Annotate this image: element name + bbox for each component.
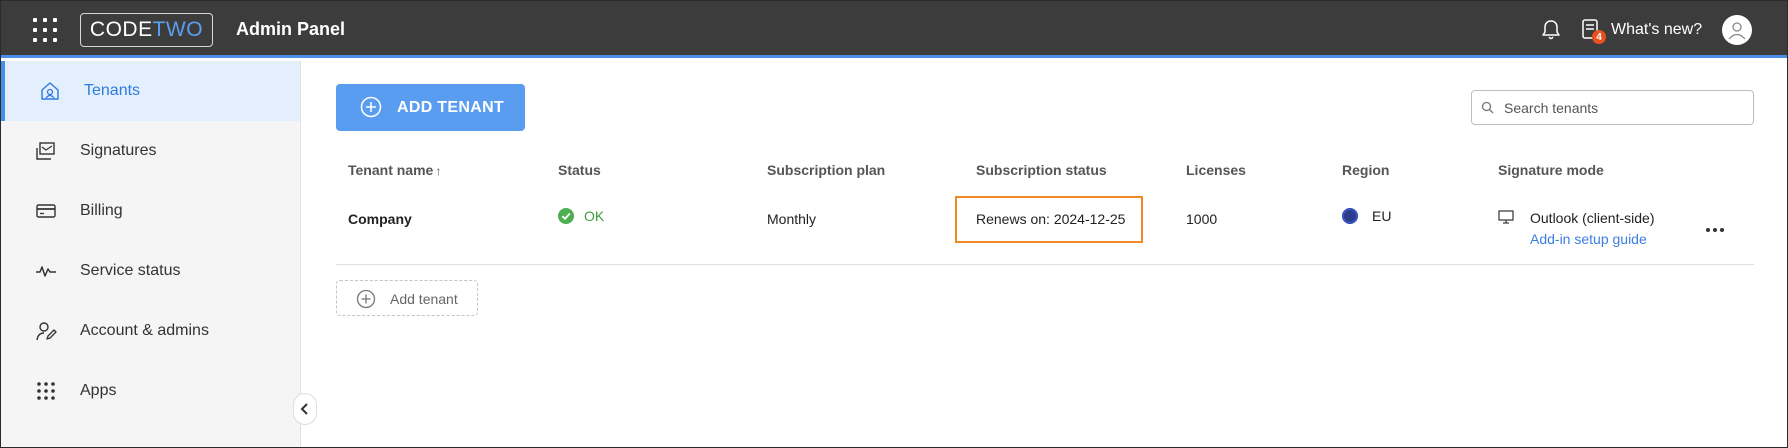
sidebar-item-label: Signatures bbox=[80, 142, 157, 159]
licenses-cell: 1000 bbox=[1186, 211, 1218, 227]
sidebar-item-tenants[interactable]: Tenants bbox=[1, 61, 300, 121]
search-input[interactable] bbox=[1504, 98, 1744, 118]
search-icon bbox=[1481, 101, 1494, 119]
sidebar-item-service-status[interactable]: Service status bbox=[1, 241, 300, 301]
sort-ascending-icon: ↑ bbox=[435, 164, 442, 178]
notifications-bell-icon[interactable] bbox=[1541, 19, 1561, 41]
user-icon bbox=[1728, 22, 1746, 40]
news-icon: 4 bbox=[1581, 18, 1606, 44]
plus-circle-icon bbox=[356, 289, 376, 314]
check-circle-icon bbox=[558, 208, 574, 224]
column-header-tenant-name[interactable]: Tenant name ↑ bbox=[348, 162, 441, 178]
signatures-icon bbox=[34, 139, 58, 163]
sidebar-item-label: Account & admins bbox=[80, 322, 209, 339]
app-launcher-icon[interactable] bbox=[33, 18, 57, 42]
sidebar-item-signatures[interactable]: Signatures bbox=[1, 121, 300, 181]
add-tenant-inline-button[interactable]: Add tenant bbox=[336, 280, 478, 316]
status-ok-label: OK bbox=[584, 208, 605, 224]
sidebar-item-billing[interactable]: Billing bbox=[1, 181, 300, 241]
add-tenant-button[interactable]: ADD TENANT bbox=[336, 84, 525, 131]
whats-new-button[interactable]: 4 What's new? bbox=[1581, 17, 1703, 44]
column-header-region[interactable]: Region bbox=[1342, 162, 1389, 178]
whats-new-label: What's new? bbox=[1611, 21, 1703, 38]
column-header-subscription-status[interactable]: Subscription status bbox=[976, 162, 1107, 178]
add-tenant-inline-label: Add tenant bbox=[390, 291, 458, 307]
tenant-name-cell[interactable]: Company bbox=[348, 211, 412, 227]
column-header-status[interactable]: Status bbox=[558, 162, 601, 178]
pulse-icon bbox=[34, 259, 58, 283]
credit-card-icon bbox=[34, 199, 58, 223]
row-divider bbox=[336, 264, 1754, 265]
subscription-status-cell: Renews on: 2024-12-25 bbox=[976, 211, 1126, 227]
whats-new-badge: 4 bbox=[1592, 30, 1606, 44]
column-header-licenses[interactable]: Licenses bbox=[1186, 162, 1246, 178]
search-tenants[interactable] bbox=[1471, 90, 1754, 125]
top-bar: CODE TWO Admin Panel 4 What's new? bbox=[1, 1, 1787, 58]
sidebar-item-apps[interactable]: Apps bbox=[1, 361, 300, 421]
column-header-subscription-plan[interactable]: Subscription plan bbox=[767, 162, 885, 178]
sidebar-item-label: Billing bbox=[80, 202, 123, 219]
region-label: EU bbox=[1372, 208, 1392, 224]
sidebar-item-label: Service status bbox=[80, 262, 181, 279]
apps-grid-icon bbox=[34, 379, 58, 403]
region-cell: EU bbox=[1342, 208, 1391, 224]
add-in-setup-guide-link[interactable]: Add-in setup guide bbox=[1530, 231, 1647, 247]
add-tenant-button-label: ADD TENANT bbox=[397, 99, 504, 116]
sidebar-collapse-button[interactable] bbox=[293, 393, 317, 425]
user-avatar[interactable] bbox=[1722, 15, 1752, 45]
column-header-signature-mode[interactable]: Signature mode bbox=[1498, 162, 1604, 178]
row-more-options-icon[interactable] bbox=[1706, 228, 1724, 232]
subscription-plan-cell: Monthly bbox=[767, 211, 817, 227]
logo-two-text: TWO bbox=[152, 18, 204, 41]
chevron-left-icon bbox=[300, 403, 308, 415]
monitor-icon bbox=[1498, 209, 1514, 230]
user-edit-icon bbox=[34, 319, 58, 343]
app-window: CODE TWO Admin Panel 4 What's new? Tenan… bbox=[0, 0, 1788, 448]
sidebar-item-label: Tenants bbox=[84, 82, 141, 99]
status-cell: OK bbox=[558, 208, 604, 224]
column-header-label: Tenant name bbox=[348, 162, 434, 178]
sidebar: Tenants Signatures Billing Service statu… bbox=[1, 61, 301, 447]
home-icon bbox=[38, 79, 62, 103]
sidebar-item-label: Apps bbox=[80, 382, 117, 399]
plus-circle-icon bbox=[360, 96, 382, 123]
app-title: Admin Panel bbox=[236, 19, 346, 39]
signature-mode-label: Outlook (client-side) bbox=[1530, 210, 1655, 226]
eu-flag-icon bbox=[1342, 208, 1358, 224]
codetwo-logo[interactable]: CODE TWO bbox=[80, 13, 213, 47]
logo-code-text: CODE bbox=[89, 18, 153, 41]
sidebar-item-account-admins[interactable]: Account & admins bbox=[1, 301, 300, 361]
